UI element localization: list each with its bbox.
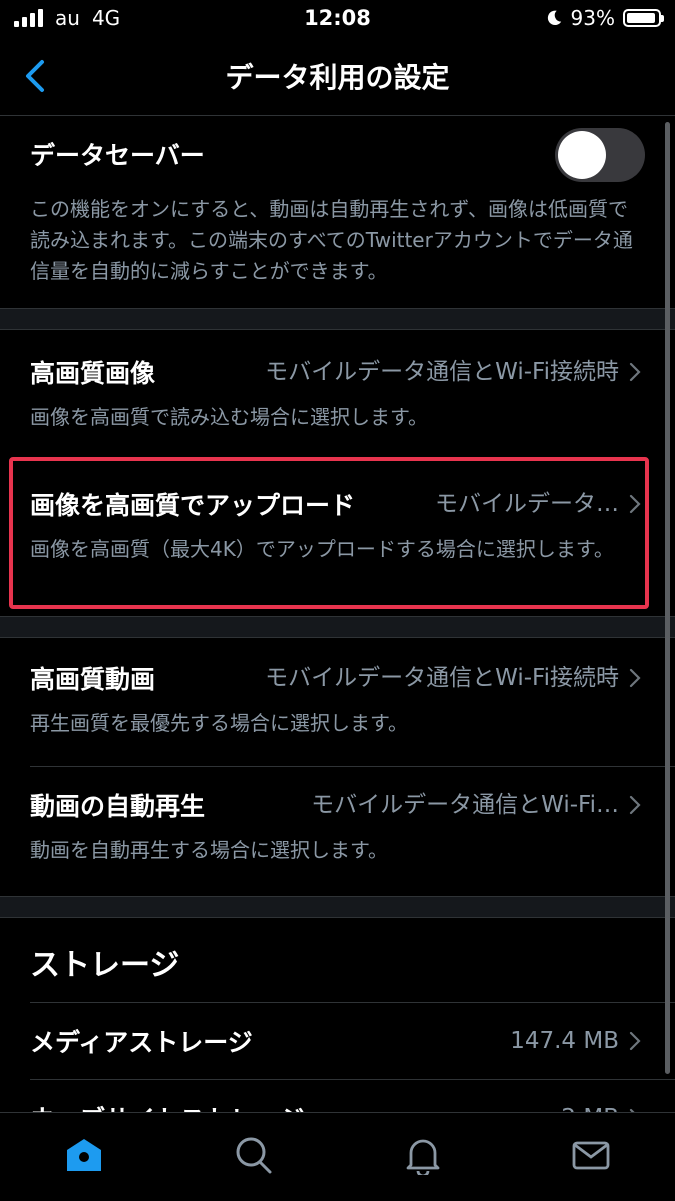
page-title: データ利用の設定 <box>225 61 450 94</box>
data-saver-toggle[interactable] <box>555 128 645 182</box>
do-not-disturb-icon <box>547 10 561 26</box>
tab-bar <box>0 1112 675 1201</box>
setting-description: 画像を高画質で読み込む場合に選択します。 <box>30 405 428 429</box>
video-settings-section: 高画質動画 モバイルデータ通信とWi-Fi接続時 再生画質を最優先する場合に選択… <box>0 638 675 896</box>
highlight-box <box>9 457 649 609</box>
data-saver-description: この機能をオンにすると、動画は自動再生されず、画像は低画質で読み込まれます。この… <box>30 197 633 283</box>
storage-label: メディアストレージ <box>30 1028 253 1057</box>
chevron-right-icon <box>629 1031 641 1051</box>
setting-value: モバイルデータ通信とWi-Fi接続時 <box>265 359 619 385</box>
storage-value: 147.4 MB <box>510 1028 619 1054</box>
bell-icon[interactable] <box>403 1135 443 1175</box>
status-bar: au 4G 12:08 93% <box>0 0 675 40</box>
scrollbar[interactable] <box>665 122 670 1074</box>
settings-list: データセーバー この機能をオンにすると、動画は自動再生されず、画像は低画質で読み… <box>0 116 675 1156</box>
search-icon[interactable] <box>233 1135 273 1175</box>
setting-row-hq-images[interactable]: 高画質画像 モバイルデータ通信とWi-Fi接続時 画像を高画質で読み込む場合に選… <box>0 330 675 458</box>
setting-value: モバイルデータ通信とWi-Fi接続時 <box>265 665 619 691</box>
setting-description: 再生画質を最優先する場合に選択します。 <box>30 711 408 735</box>
home-icon[interactable] <box>64 1135 104 1175</box>
setting-label: 動画の自動再生 <box>30 792 206 821</box>
battery-icon <box>623 9 664 27</box>
mail-icon[interactable] <box>571 1135 611 1175</box>
section-separator <box>0 896 675 918</box>
data-saver-label: データセーバー <box>30 141 205 170</box>
setting-label: 高画質画像 <box>30 359 156 388</box>
setting-value: モバイルデータ通信とWi-Fi… <box>311 792 619 818</box>
setting-row-hq-video[interactable]: 高画質動画 モバイルデータ通信とWi-Fi接続時 再生画質を最優先する場合に選択… <box>0 638 675 766</box>
setting-label: 高画質動画 <box>30 665 156 694</box>
chevron-right-icon <box>629 668 641 688</box>
section-separator <box>0 308 675 330</box>
data-saver-section: データセーバー この機能をオンにすると、動画は自動再生されず、画像は低画質で読み… <box>0 116 675 308</box>
toggle-knob <box>558 131 606 179</box>
setting-description: 動画を自動再生する場合に選択します。 <box>30 838 388 862</box>
battery-percent: 93% <box>570 6 615 30</box>
chevron-right-icon <box>629 362 641 382</box>
setting-row-autoplay[interactable]: 動画の自動再生 モバイルデータ通信とWi-Fi… 動画を自動再生する場合に選択し… <box>0 767 675 895</box>
storage-heading: ストレージ <box>30 948 180 983</box>
storage-row-media[interactable]: メディアストレージ 147.4 MB <box>0 1003 675 1079</box>
navigation-bar: データ利用の設定 <box>0 40 675 116</box>
chevron-right-icon <box>629 795 641 815</box>
